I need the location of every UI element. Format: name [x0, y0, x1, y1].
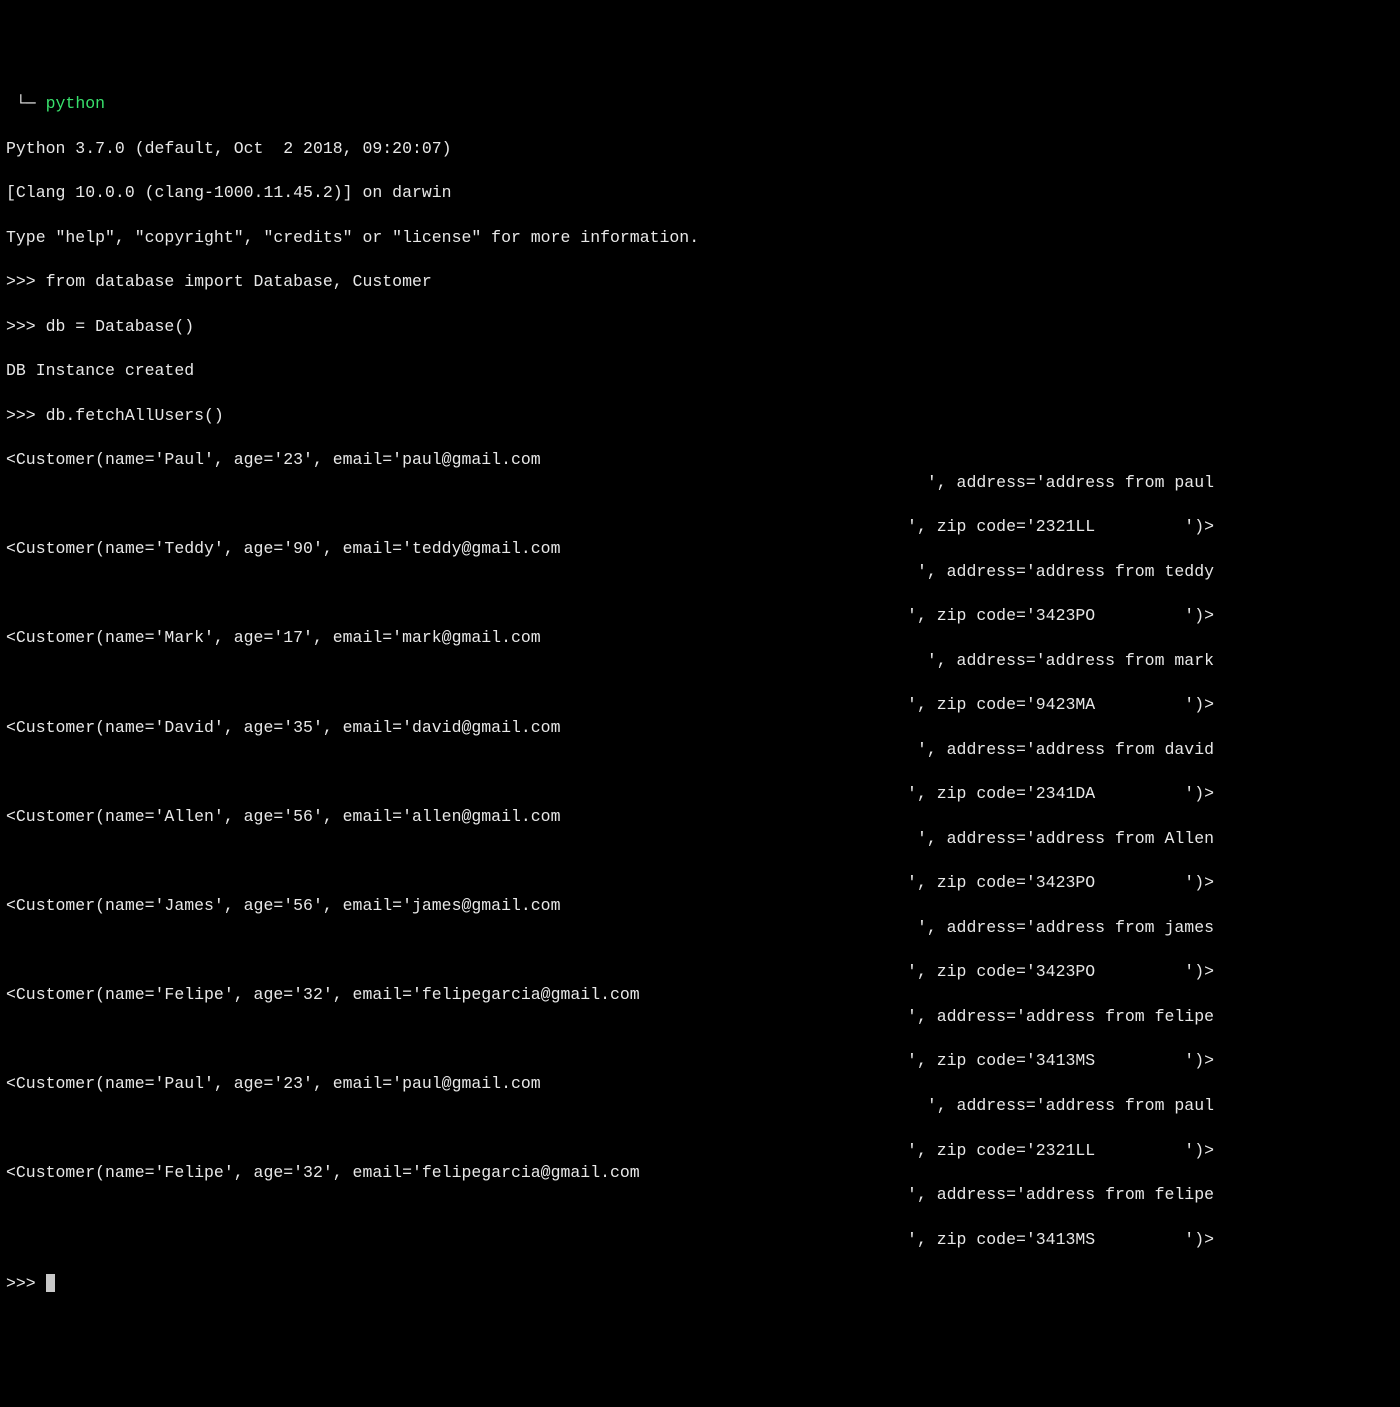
prompt-text: >>>: [6, 1274, 46, 1293]
customer-output-line: [6, 1028, 1394, 1050]
import-line: >>> from database import Database, Custo…: [6, 271, 1394, 293]
customer-output-line: <Customer(name='Felipe', age='32', email…: [6, 1162, 1394, 1184]
customers-output: <Customer(name='Paul', age='23', email='…: [6, 449, 1394, 1251]
shell-command: python: [46, 94, 105, 113]
customer-output-line: <Customer(name='David', age='35', email=…: [6, 717, 1394, 739]
customer-output-line: <Customer(name='Teddy', age='90', email=…: [6, 538, 1394, 560]
customer-output-line: ', zip code='3423PO ')>: [6, 605, 1394, 627]
customer-output-line: <Customer(name='Felipe', age='32', email…: [6, 984, 1394, 1006]
customer-output-line: [6, 672, 1394, 694]
customer-output-line: ', address='address from james: [6, 917, 1394, 939]
customer-output-line: ', address='address from david: [6, 739, 1394, 761]
customer-output-line: ', address='address from paul: [6, 1095, 1394, 1117]
customer-output-line: ', address='address from paul: [6, 472, 1394, 494]
db-created-line: DB Instance created: [6, 360, 1394, 382]
customer-output-line: ', zip code='3423PO ')>: [6, 872, 1394, 894]
customer-output-line: <Customer(name='Paul', age='23', email='…: [6, 1073, 1394, 1095]
customer-output-line: ', zip code='3413MS ')>: [6, 1229, 1394, 1251]
customer-output-line: <Customer(name='James', age='56', email=…: [6, 895, 1394, 917]
customer-output-line: ', address='address from felipe: [6, 1184, 1394, 1206]
customer-output-line: ', zip code='3413MS ')>: [6, 1050, 1394, 1072]
customer-output-line: [6, 1117, 1394, 1139]
prompt-line[interactable]: >>>: [6, 1273, 1394, 1295]
customer-output-line: ', zip code='2341DA ')>: [6, 783, 1394, 805]
customer-output-line: ', zip code='9423MA ')>: [6, 694, 1394, 716]
db-init-line: >>> db = Database(): [6, 316, 1394, 338]
cursor-icon: [46, 1274, 55, 1292]
customer-output-line: [6, 761, 1394, 783]
tree-prefix: └─: [6, 94, 46, 113]
customer-output-line: [6, 494, 1394, 516]
shell-title-line: └─ python: [6, 93, 1394, 115]
help-line: Type "help", "copyright", "credits" or "…: [6, 227, 1394, 249]
fetch-line: >>> db.fetchAllUsers(): [6, 405, 1394, 427]
customer-output-line: ', zip code='2321LL ')>: [6, 516, 1394, 538]
clang-line: [Clang 10.0.0 (clang-1000.11.45.2)] on d…: [6, 182, 1394, 204]
customer-output-line: ', address='address from felipe: [6, 1006, 1394, 1028]
customer-output-line: [6, 939, 1394, 961]
customer-output-line: [6, 583, 1394, 605]
customer-output-line: ', address='address from Allen: [6, 828, 1394, 850]
customer-output-line: ', zip code='2321LL ')>: [6, 1140, 1394, 1162]
python-version-line: Python 3.7.0 (default, Oct 2 2018, 09:20…: [6, 138, 1394, 160]
customer-output-line: <Customer(name='Allen', age='56', email=…: [6, 806, 1394, 828]
customer-output-line: ', address='address from mark: [6, 650, 1394, 672]
customer-output-line: ', zip code='3423PO ')>: [6, 961, 1394, 983]
customer-output-line: [6, 850, 1394, 872]
customer-output-line: [6, 1206, 1394, 1228]
customer-output-line: ', address='address from teddy: [6, 561, 1394, 583]
customer-output-line: <Customer(name='Mark', age='17', email='…: [6, 627, 1394, 649]
customer-output-line: <Customer(name='Paul', age='23', email='…: [6, 449, 1394, 471]
